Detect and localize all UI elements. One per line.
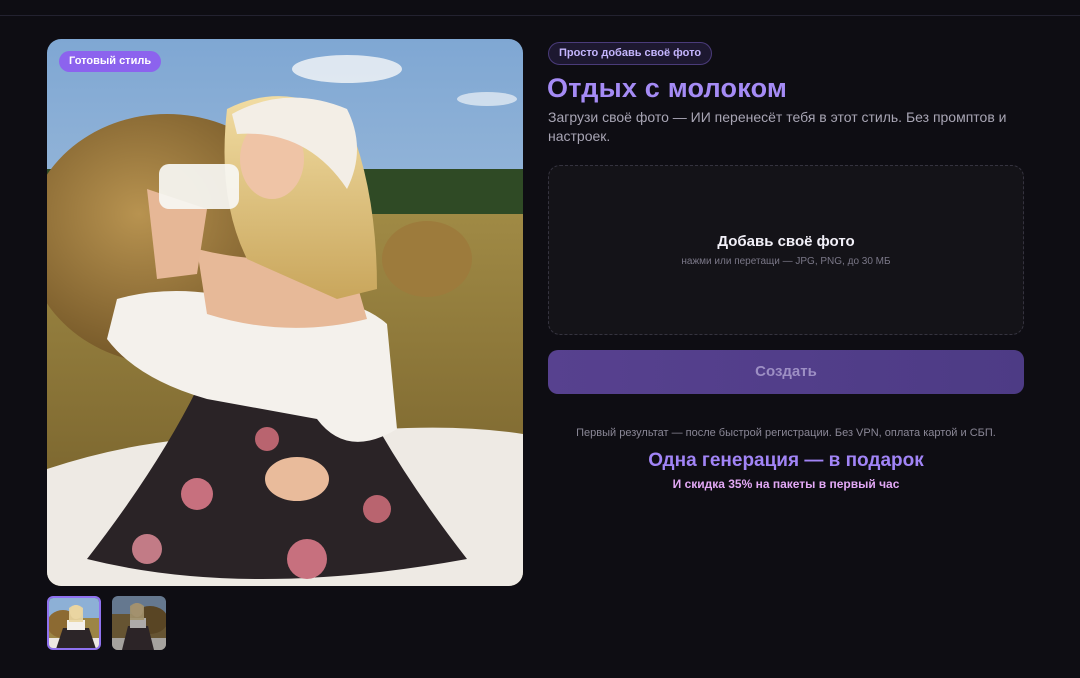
page-title: Отдых с молоком — [547, 73, 788, 103]
thumbnail-2[interactable] — [112, 596, 166, 650]
thumbnail-1[interactable] — [47, 596, 101, 650]
eyebrow-badge: Просто добавь своё фото — [548, 42, 713, 65]
gift-promo: Одна генерация — в подарок — [648, 450, 924, 471]
dropzone-hint: нажми или перетащи — JPG, PNG, до 30 МБ — [681, 256, 891, 267]
create-button[interactable]: Создать — [548, 350, 1024, 394]
discount-promo: И скидка 35% на пакеты в первый час — [672, 477, 900, 491]
registration-note: Первый результат — после быстрой регистр… — [576, 427, 996, 439]
ready-style-badge: Готовый стиль — [59, 51, 162, 72]
page-subtitle: Загрузи своё фото — ИИ перенесёт тебя в … — [548, 109, 1007, 144]
style-preview-image — [47, 39, 523, 586]
header-divider — [0, 15, 1080, 16]
dropzone-title: Добавь своё фото — [717, 233, 855, 250]
photo-upload-dropzone[interactable]: Добавь своё фото нажми или перетащи — JP… — [548, 165, 1024, 335]
